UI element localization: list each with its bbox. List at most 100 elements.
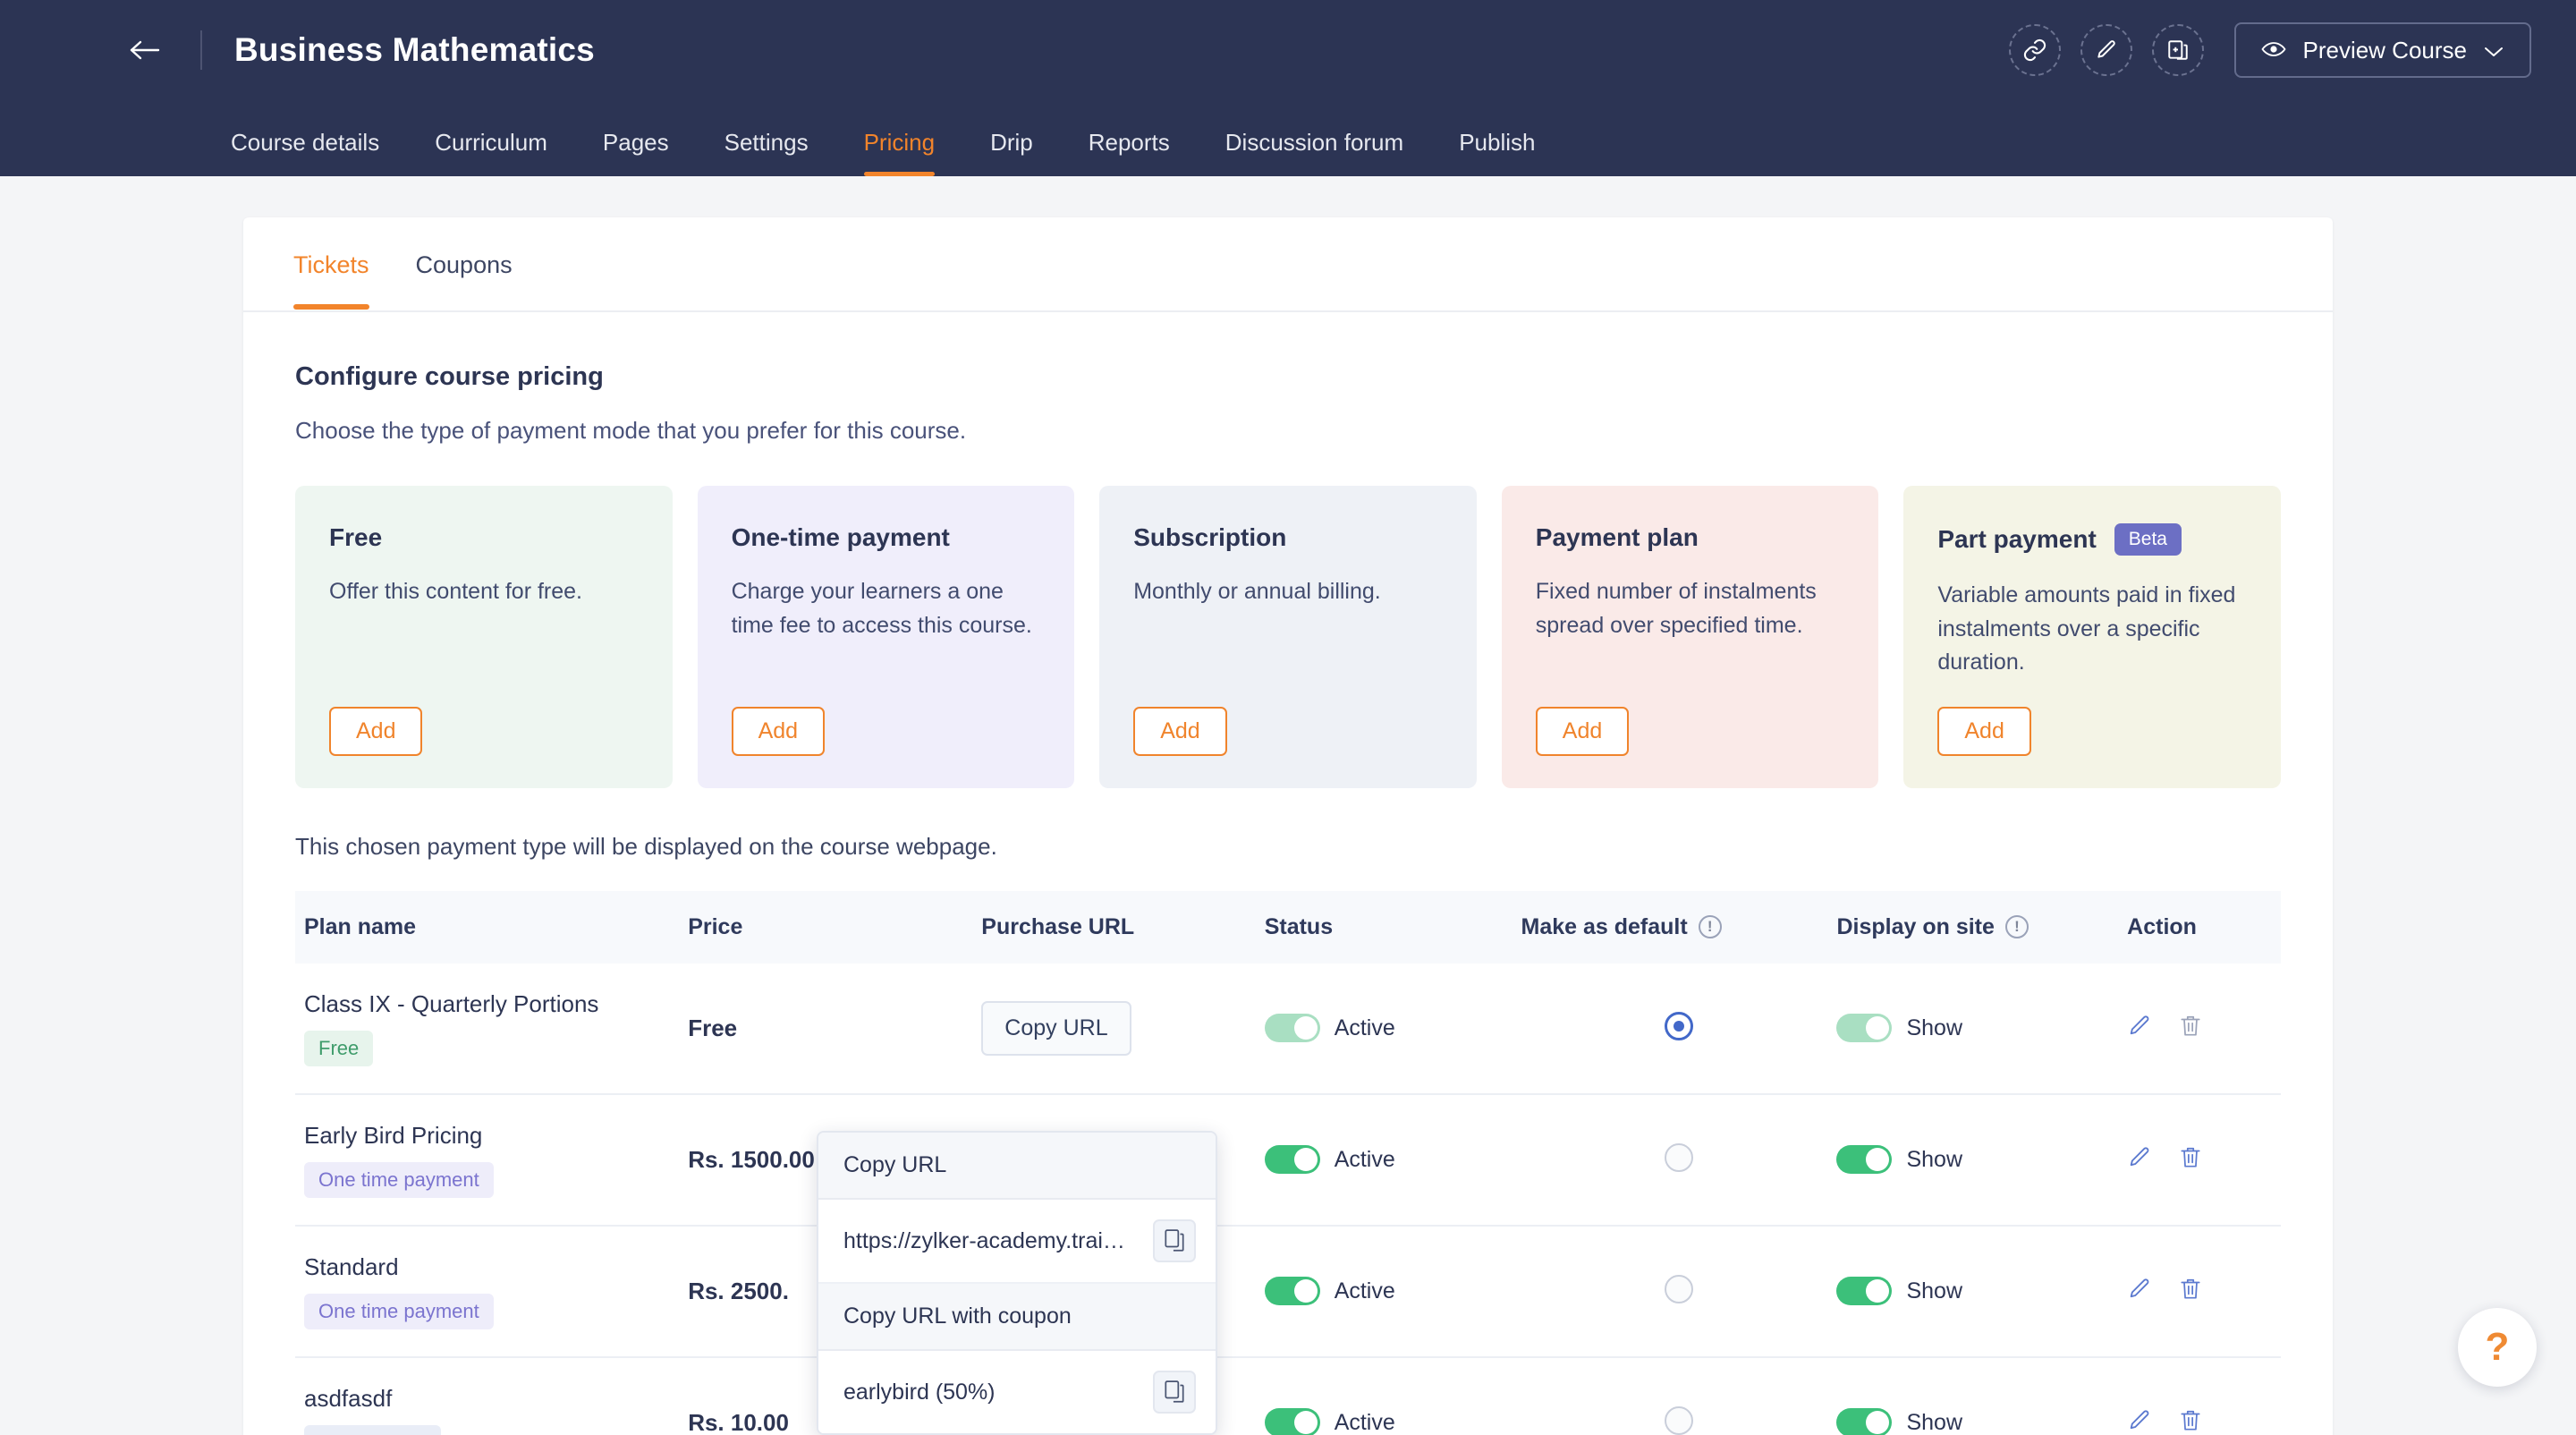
default-radio[interactable] xyxy=(1665,1143,1693,1172)
copy-url-button[interactable]: Copy URL xyxy=(981,1001,1131,1056)
pricing-card-free[interactable]: Free Offer this content for free. Add xyxy=(295,486,673,788)
add-button-one-time-payment[interactable]: Add xyxy=(732,707,825,756)
nav-item-course-details[interactable]: Course details xyxy=(231,129,379,176)
display-label: Show xyxy=(1906,1015,1962,1041)
default-radio[interactable] xyxy=(1665,1406,1693,1435)
status-toggle[interactable] xyxy=(1265,1277,1320,1305)
pencil-icon[interactable] xyxy=(2127,1014,2152,1043)
display-toggle[interactable] xyxy=(1836,1277,1892,1305)
duplicate-icon[interactable] xyxy=(2152,24,2204,76)
col-label: Display on site xyxy=(1836,914,1994,940)
trash-icon[interactable] xyxy=(2179,1145,2202,1175)
display-label: Show xyxy=(1906,1410,1962,1435)
preview-course-button[interactable]: Preview Course xyxy=(2234,22,2531,78)
table-row: Class IX - Quarterly Portions Free Free … xyxy=(295,964,2281,1094)
card-head: One-time payment xyxy=(732,523,1041,552)
plans-table: Plan name Price Purchase URL Status xyxy=(295,891,2281,1435)
card-title: Free xyxy=(329,523,382,552)
dropdown-coupon-row[interactable]: earlybird (50%) xyxy=(818,1351,1216,1433)
add-button-subscription[interactable]: Add xyxy=(1133,707,1226,756)
pencil-icon[interactable] xyxy=(2127,1277,2152,1306)
col-status: Status xyxy=(1265,891,1521,964)
cell-plan-name: Standard One time payment xyxy=(295,1226,688,1357)
display-toggle[interactable] xyxy=(1836,1145,1892,1174)
eye-icon xyxy=(2261,37,2286,64)
status-toggle[interactable] xyxy=(1265,1014,1320,1042)
pricing-card-part-payment[interactable]: Part payment Beta Variable amounts paid … xyxy=(1903,486,2281,788)
nav-item-curriculum[interactable]: Curriculum xyxy=(435,129,547,176)
beta-badge: Beta xyxy=(2114,523,2182,556)
col-purchase-url: Purchase URL xyxy=(981,891,1264,964)
pricing-card-subscription[interactable]: Subscription Monthly or annual billing. … xyxy=(1099,486,1477,788)
info-icon[interactable]: ! xyxy=(2005,915,2029,938)
col-label: Action xyxy=(2127,914,2197,940)
nav-item-pricing[interactable]: Pricing xyxy=(864,129,935,176)
table-header: Plan name Price Purchase URL Status xyxy=(295,891,2281,964)
status-label: Active xyxy=(1335,1410,1395,1435)
plan-name: Standard xyxy=(304,1253,688,1281)
trash-icon[interactable] xyxy=(2179,1408,2202,1435)
nav-item-discussion-forum[interactable]: Discussion forum xyxy=(1225,129,1403,176)
nav-item-settings[interactable]: Settings xyxy=(724,129,809,176)
display-toggle[interactable] xyxy=(1836,1014,1892,1042)
status-toggle[interactable] xyxy=(1265,1145,1320,1174)
nav-item-drip[interactable]: Drip xyxy=(990,129,1033,176)
dropdown-url-row[interactable]: https://zylker-academy.train… xyxy=(818,1200,1216,1284)
pricing-note: This chosen payment type will be display… xyxy=(295,833,2281,861)
pencil-icon[interactable] xyxy=(2127,1408,2152,1435)
default-radio[interactable] xyxy=(1665,1275,1693,1303)
card-description: Monthly or annual billing. xyxy=(1133,575,1443,680)
card-head: Subscription xyxy=(1133,523,1443,552)
help-button[interactable]: ? xyxy=(2458,1308,2537,1387)
trash-icon[interactable] xyxy=(2179,1277,2202,1306)
link-icon[interactable] xyxy=(2009,24,2061,76)
card-description: Offer this content for free. xyxy=(329,575,639,680)
default-radio[interactable] xyxy=(1665,1012,1693,1040)
add-button-free[interactable]: Add xyxy=(329,707,422,756)
pricing-card-payment-plan[interactable]: Payment plan Fixed number of instalments… xyxy=(1502,486,1879,788)
pricing-card-one-time-payment[interactable]: One-time payment Charge your learners a … xyxy=(698,486,1075,788)
nav-item-pages[interactable]: Pages xyxy=(603,129,669,176)
back-arrow-icon[interactable] xyxy=(125,30,166,71)
table-row: asdfasdf Subscription Rs. 10.00 Active xyxy=(295,1357,2281,1435)
cell-make-as-default xyxy=(1521,1357,1837,1435)
col-price: Price xyxy=(688,891,981,964)
col-display-on-site: Display on site ! xyxy=(1836,891,2127,964)
copy-url-label: Copy URL xyxy=(1004,1015,1107,1041)
col-label: Purchase URL xyxy=(981,914,1134,940)
card-title: One-time payment xyxy=(732,523,950,552)
cell-status: Active xyxy=(1265,964,1521,1094)
col-label: Status xyxy=(1265,914,1333,940)
dropdown-coupon-value: earlybird (50%) xyxy=(843,1380,996,1405)
card-title: Part payment xyxy=(1937,525,2096,554)
cell-make-as-default xyxy=(1521,1094,1837,1226)
pencil-icon[interactable] xyxy=(2127,1145,2152,1175)
cell-purchase-url: Copy URL xyxy=(981,964,1264,1094)
nav-item-reports[interactable]: Reports xyxy=(1089,129,1170,176)
tab-coupons[interactable]: Coupons xyxy=(416,221,513,308)
copy-icon[interactable] xyxy=(1153,1219,1196,1262)
pencil-icon[interactable] xyxy=(2080,24,2132,76)
price-value: Free xyxy=(688,1015,737,1041)
display-label: Show xyxy=(1906,1147,1962,1173)
info-icon[interactable]: ! xyxy=(1699,915,1722,938)
add-button-part-payment[interactable]: Add xyxy=(1937,707,2030,756)
trash-icon[interactable] xyxy=(2179,1014,2202,1043)
display-toggle[interactable] xyxy=(1836,1408,1892,1435)
cell-price: Free xyxy=(688,964,981,1094)
cell-action xyxy=(2127,1357,2281,1435)
nav-item-publish[interactable]: Publish xyxy=(1459,129,1535,176)
status-label: Active xyxy=(1335,1147,1395,1173)
cell-make-as-default xyxy=(1521,1226,1837,1357)
preview-course-label: Preview Course xyxy=(2302,37,2467,64)
status-toggle[interactable] xyxy=(1265,1408,1320,1435)
copy-icon[interactable] xyxy=(1153,1371,1196,1414)
add-button-payment-plan[interactable]: Add xyxy=(1536,707,1629,756)
status-label: Active xyxy=(1335,1015,1395,1041)
card-head: Part payment Beta xyxy=(1937,523,2247,556)
section-subtitle: Choose the type of payment mode that you… xyxy=(295,417,2281,445)
cell-plan-name: Early Bird Pricing One time payment xyxy=(295,1094,688,1226)
tab-tickets[interactable]: Tickets xyxy=(293,221,369,308)
page-body: Tickets Coupons Configure course pricing… xyxy=(0,176,2576,1435)
status-label: Active xyxy=(1335,1278,1395,1304)
